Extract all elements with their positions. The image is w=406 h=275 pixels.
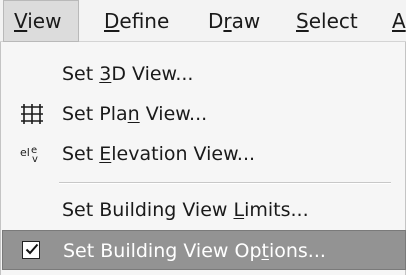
plan-grid-icon: [20, 103, 44, 125]
menu-item-label: Set Elevation View...: [62, 143, 256, 165]
svg-text:v: v: [32, 154, 38, 165]
view-dropdown-menu: Set 3D View... Set Plan View... el e v S…: [0, 42, 406, 275]
menu-view[interactable]: View: [3, 0, 79, 42]
menu-define[interactable]: Define: [104, 0, 184, 42]
menu-item-label: Set 3D View...: [62, 63, 194, 85]
menu-select[interactable]: Select: [296, 0, 368, 42]
menu-separator: [59, 182, 391, 184]
menu-item-label: Set Plan View...: [62, 103, 208, 125]
menu-bar: View Define Draw Select A: [0, 0, 406, 42]
menu-item-label: Set Building View Options...: [63, 240, 326, 262]
menu-item-set-3d-view[interactable]: Set 3D View...: [2, 54, 406, 94]
menu-item-label: Set Building View Limits...: [62, 199, 309, 221]
menu-item-set-plan-view[interactable]: Set Plan View...: [2, 94, 406, 134]
checkmark-icon: [25, 243, 39, 255]
menu-truncated[interactable]: A: [392, 0, 406, 42]
elevation-icon: el e v: [20, 143, 44, 165]
menu-item-set-elevation-view[interactable]: el e v Set Elevation View...: [2, 134, 406, 174]
menu-item-set-building-view-options[interactable]: Set Building View Options...: [2, 230, 406, 270]
menu-draw[interactable]: Draw: [208, 0, 272, 42]
menu-item-set-building-view-limits[interactable]: Set Building View Limits...: [2, 190, 406, 230]
svg-text:el: el: [20, 146, 30, 159]
